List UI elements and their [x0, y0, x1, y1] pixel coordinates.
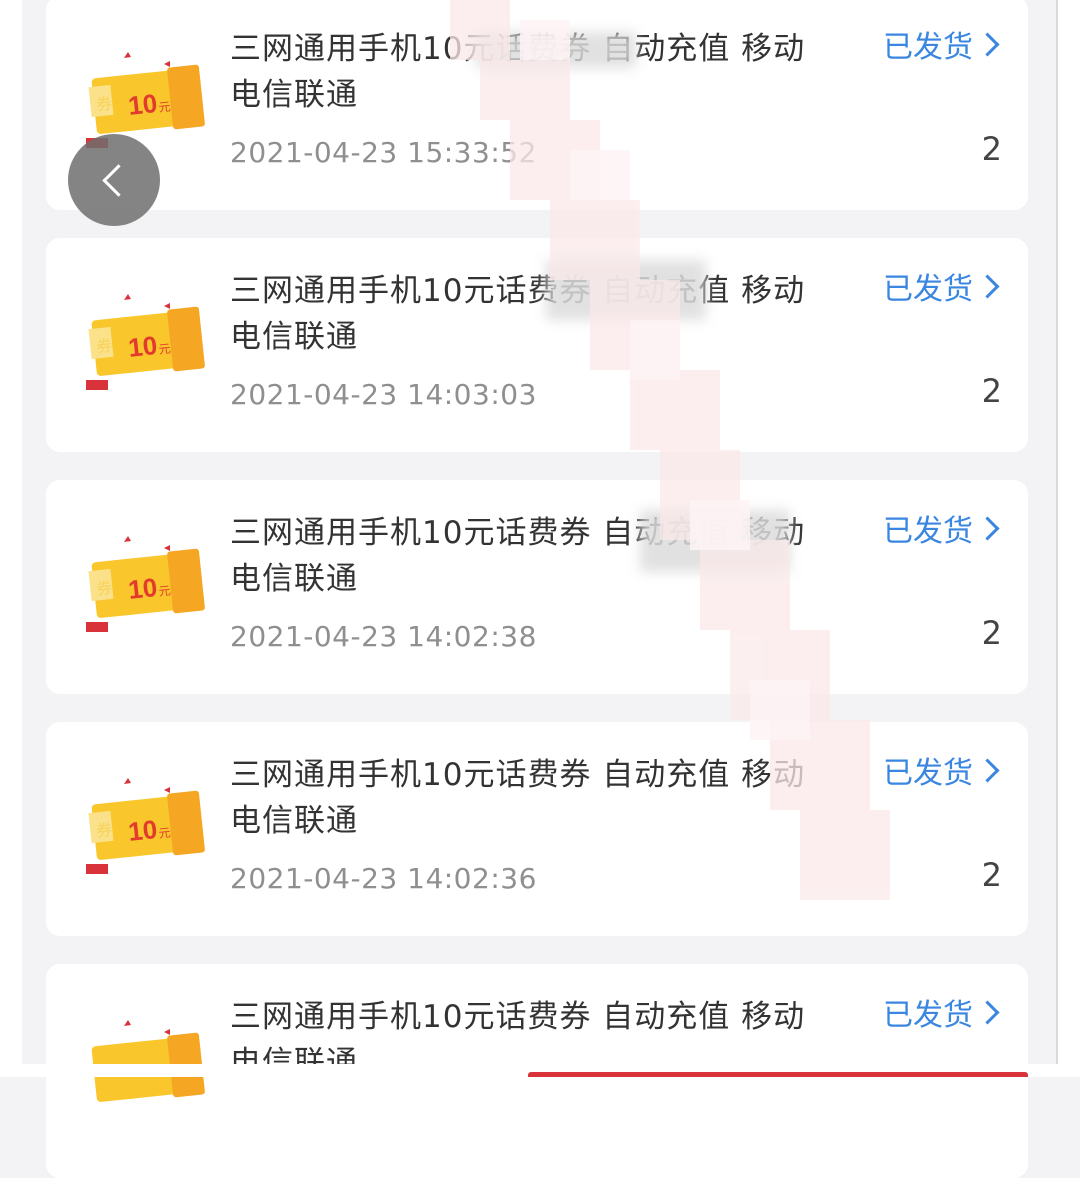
status-label: 已发货 — [883, 30, 973, 65]
svg-text:10: 10 — [127, 572, 159, 605]
product-title: 三网通用手机10元话费券 自动充值 移动电信联通 — [230, 273, 806, 355]
svg-text:10: 10 — [127, 814, 159, 847]
chevron-right-icon — [975, 273, 1000, 299]
status-label: 已发货 — [883, 514, 973, 549]
right-scroll-edge — [1056, 0, 1080, 1077]
order-card[interactable]: 10 元 券 三网通用手机10元话费券 自动充值 移动电信联通 2021-04-… — [46, 722, 1028, 936]
order-date: 2021-04-23 14:02:36 — [230, 862, 537, 895]
order-status-link[interactable]: 已发货 — [883, 22, 1000, 66]
svg-text:券: 券 — [95, 820, 113, 841]
svg-text:10: 10 — [127, 88, 159, 121]
order-list: 10 元 券 三网通用手机10元话费券 自动充值 移动电信联通 2021-04-… — [46, 0, 1028, 1178]
order-quantity: 2 — [981, 856, 1002, 894]
redaction-mask — [476, 32, 636, 68]
chevron-right-icon — [975, 757, 1000, 783]
product-title: 三网通用手机10元话费券 自动充值 移动电信联通 — [230, 757, 806, 839]
back-button[interactable] — [68, 134, 160, 226]
order-status-link[interactable]: 已发货 — [883, 748, 1000, 792]
order-card[interactable]: 10 元 券 三网通用手机10元话费券 自动充值 移动电信联通 2021-04-… — [46, 0, 1028, 210]
status-label: 已发货 — [883, 756, 973, 791]
status-label: 已发货 — [883, 998, 973, 1033]
bottom-accent-bar — [528, 1072, 1028, 1077]
coupon-thumbnail: 10 元 券 — [84, 280, 210, 398]
coupon-ticket-icon: 10 元 券 — [86, 778, 205, 874]
order-quantity: 2 — [981, 614, 1002, 652]
svg-text:券: 券 — [95, 94, 113, 115]
svg-text:元: 元 — [158, 826, 171, 841]
left-margin — [0, 0, 22, 1077]
order-status-link[interactable]: 已发货 — [883, 990, 1000, 1034]
svg-text:元: 元 — [158, 342, 171, 357]
coupon-ticket-icon: 10 元 券 — [86, 536, 205, 632]
svg-text:元: 元 — [158, 584, 171, 599]
svg-text:元: 元 — [158, 100, 171, 115]
svg-text:券: 券 — [95, 578, 113, 599]
order-card[interactable]: 10 元 券 三网通用手机10元话费券 自动充值 移动电信联通 2021-04-… — [46, 238, 1028, 452]
order-date: 2021-04-23 14:03:03 — [230, 378, 537, 411]
order-status-link[interactable]: 已发货 — [883, 264, 1000, 308]
redaction-mask — [546, 260, 706, 320]
svg-text:券: 券 — [95, 336, 113, 357]
coupon-thumbnail: 10 元 券 — [84, 764, 210, 882]
order-date: 2021-04-23 15:33:52 — [230, 136, 537, 169]
order-status-link[interactable]: 已发货 — [883, 506, 1000, 550]
svg-text:10: 10 — [127, 330, 159, 363]
chevron-right-icon — [975, 31, 1000, 57]
chevron-left-icon — [101, 163, 135, 197]
order-quantity: 2 — [981, 372, 1002, 410]
chevron-right-icon — [975, 515, 1000, 541]
status-label: 已发货 — [883, 272, 973, 307]
coupon-ticket-icon: 10 元 券 — [86, 294, 205, 390]
chevron-right-icon — [975, 999, 1000, 1025]
order-quantity: 2 — [981, 130, 1002, 168]
order-card[interactable]: 10 元 券 三网通用手机10元话费券 自动充值 移动电信联通 2021-04-… — [46, 480, 1028, 694]
redaction-mask — [640, 510, 790, 572]
order-date: 2021-04-23 14:02:38 — [230, 620, 537, 653]
coupon-thumbnail: 10 元 券 — [84, 522, 210, 640]
